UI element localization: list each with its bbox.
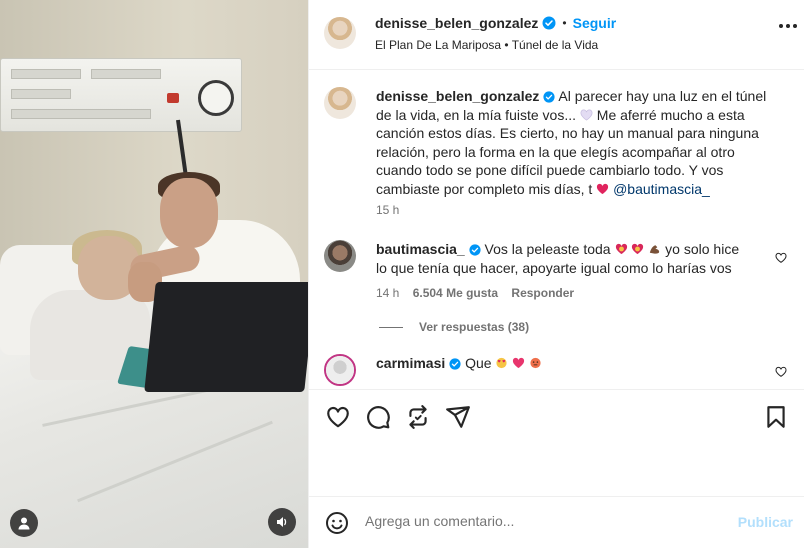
- heart-icon[interactable]: [325, 404, 351, 430]
- author-username[interactable]: denisse_belen_gonzalez: [375, 15, 538, 31]
- avatar[interactable]: [324, 354, 356, 386]
- caption-mention[interactable]: @bautimascia_: [613, 181, 710, 197]
- reply-button[interactable]: Responder: [511, 286, 574, 300]
- comment-username[interactable]: bautimascia_: [376, 241, 465, 257]
- comments-list[interactable]: denisse_belen_gonzalez Al parecer hay un…: [309, 71, 804, 389]
- action-bar: [309, 389, 804, 445]
- view-replies-label: Ver respuestas (38): [419, 320, 530, 334]
- comment-likes[interactable]: 6.504 Me gusta: [413, 286, 498, 300]
- follow-button[interactable]: Seguir: [573, 15, 617, 31]
- verified-icon: [542, 16, 556, 30]
- separator-dot: •: [562, 16, 567, 30]
- verified-icon: [543, 91, 555, 103]
- heart-eyes-icon: [496, 357, 508, 369]
- post-video[interactable]: [0, 0, 308, 548]
- post-modal: denisse_belen_gonzalez • Seguir El Plan …: [0, 0, 804, 548]
- laptop: [144, 282, 308, 392]
- red-heart-icon: [597, 183, 609, 195]
- caption-time[interactable]: 15 h: [376, 203, 399, 217]
- publish-button[interactable]: Publicar: [738, 514, 793, 530]
- comment-time[interactable]: 14 h: [376, 286, 399, 300]
- heart-face-icon: [632, 243, 644, 255]
- heart-icon[interactable]: [775, 366, 787, 378]
- more-icon[interactable]: [779, 24, 801, 30]
- sound-toggle-button[interactable]: [268, 508, 296, 536]
- comment-username[interactable]: carmimasi: [376, 355, 445, 371]
- audio-track-link[interactable]: El Plan De La Mariposa • Túnel de la Vid…: [375, 38, 598, 52]
- post-details-panel: denisse_belen_gonzalez • Seguir El Plan …: [308, 0, 804, 548]
- verified-icon: [469, 244, 481, 256]
- comment-icon[interactable]: [365, 404, 391, 430]
- heart-face-icon: [615, 243, 627, 255]
- white-heart-icon: [580, 109, 593, 121]
- view-replies-button[interactable]: Ver respuestas (38): [379, 320, 529, 334]
- comment-text: Que: [465, 355, 492, 371]
- comment-text: Vos la peleaste toda: [484, 241, 611, 257]
- avatar[interactable]: [324, 17, 356, 49]
- comment-composer: Publicar: [309, 496, 804, 548]
- bookmark-icon[interactable]: [763, 404, 789, 430]
- heart-icon[interactable]: [775, 252, 787, 264]
- repost-icon[interactable]: [405, 404, 431, 430]
- replies-divider: [379, 326, 403, 328]
- user-tag-icon: [18, 517, 30, 530]
- post-header: denisse_belen_gonzalez • Seguir El Plan …: [309, 0, 804, 70]
- sound-icon: [277, 517, 287, 527]
- hot-face-icon: [530, 357, 541, 369]
- flexed-biceps-icon: [650, 245, 660, 254]
- wall-clock: [198, 80, 234, 116]
- comment-input[interactable]: [365, 513, 725, 529]
- pink-heart-icon: [513, 357, 525, 369]
- verified-icon: [449, 358, 461, 370]
- smile-icon[interactable]: [325, 511, 349, 535]
- caption-username[interactable]: denisse_belen_gonzalez: [376, 88, 539, 104]
- user-tag-button[interactable]: [10, 509, 38, 537]
- avatar[interactable]: [324, 240, 356, 272]
- avatar[interactable]: [324, 87, 356, 119]
- share-icon[interactable]: [445, 404, 471, 430]
